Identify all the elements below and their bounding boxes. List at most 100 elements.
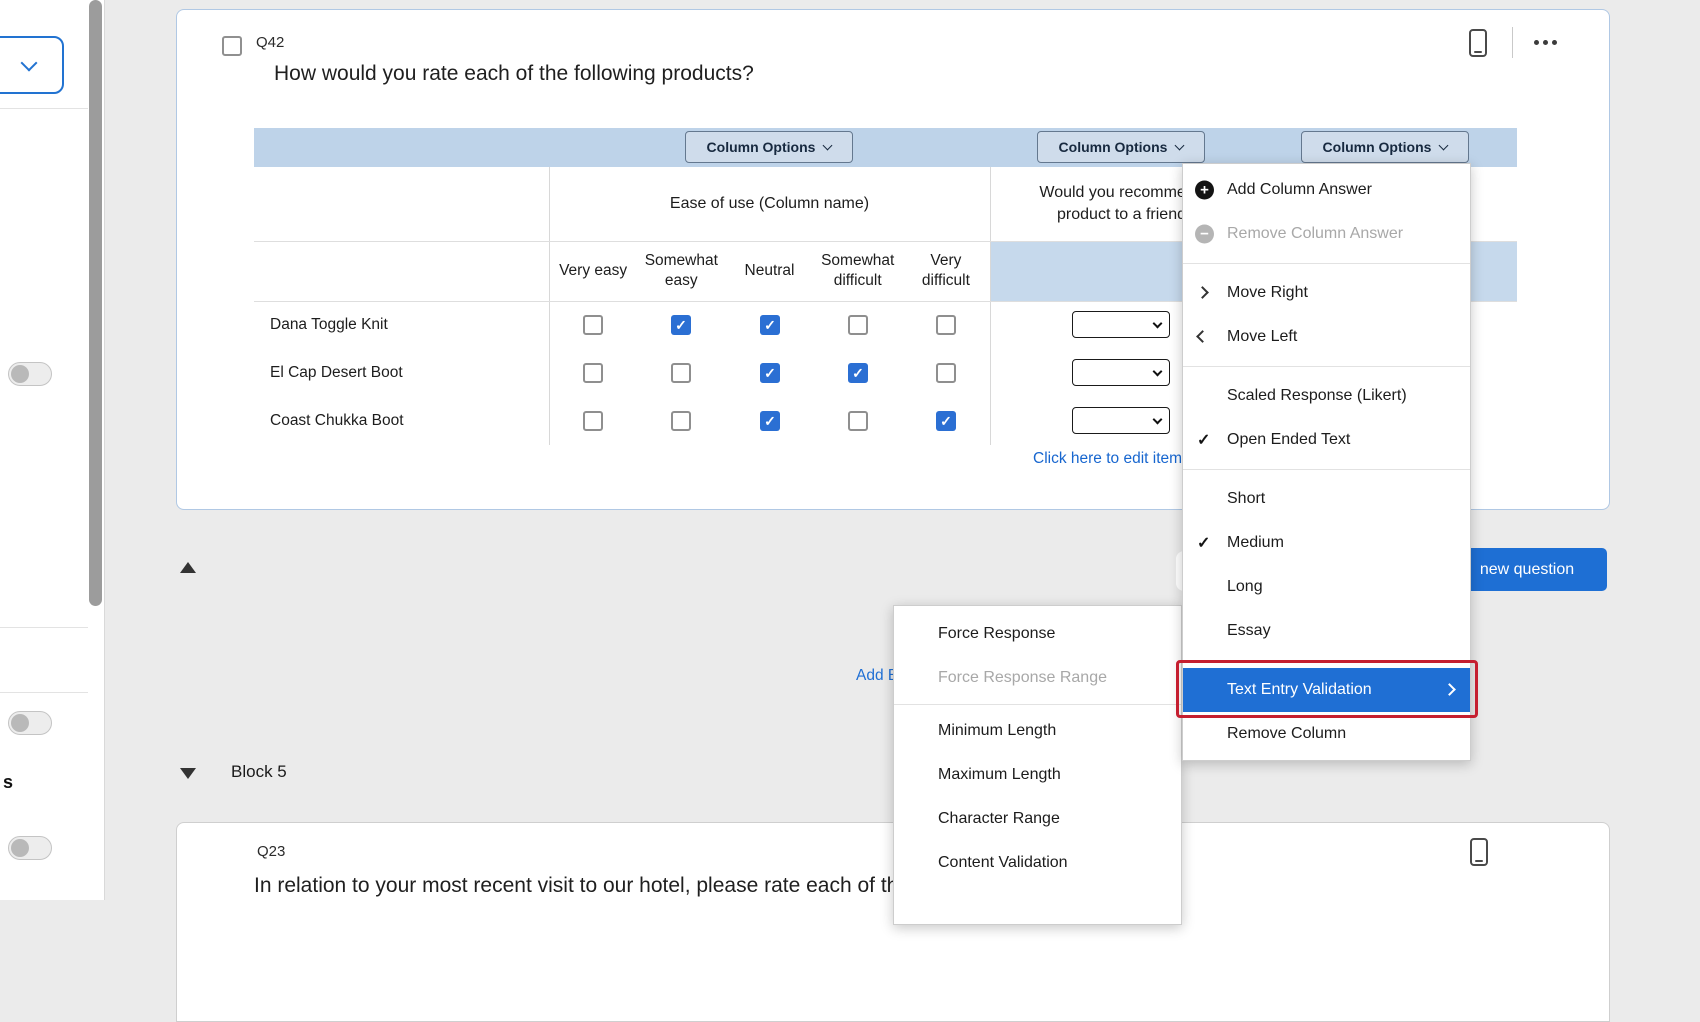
chevron-down-icon — [823, 141, 833, 151]
minus-circle-icon: − — [1195, 225, 1214, 244]
row-label-el-cap-desert-boot[interactable]: El Cap Desert Boot — [270, 349, 540, 397]
submenu-item-minimum-length[interactable]: Minimum Length — [894, 709, 1181, 753]
matrix-checkbox[interactable]: ✓ — [671, 315, 691, 335]
toggle-knob — [11, 714, 29, 732]
matrix-checkbox[interactable] — [848, 411, 868, 431]
matrix-checkbox[interactable]: ✓ — [936, 411, 956, 431]
vertical-scrollbar[interactable] — [89, 0, 102, 606]
menu-item-label: Maximum Length — [938, 766, 1061, 784]
collapse-block-arrow[interactable] — [180, 768, 196, 779]
matrix-checkbox[interactable]: ✓ — [760, 363, 780, 383]
sidebar-divider — [0, 627, 88, 628]
phone-home-bar — [1474, 51, 1482, 53]
scale-label-somewhat-easy: Somewhat easy — [637, 241, 725, 301]
menu-item-essay[interactable]: Essay — [1183, 609, 1470, 653]
menu-item-remove-column-answer: −Remove Column Answer — [1183, 212, 1470, 256]
matrix-checkbox[interactable]: ✓ — [760, 315, 780, 335]
row-label-dana-toggle-knit[interactable]: Dana Toggle Knit — [270, 301, 540, 349]
matrix-checkbox[interactable] — [936, 315, 956, 335]
menu-item-remove-column[interactable]: Remove Column — [1183, 712, 1470, 756]
matrix-checkbox[interactable]: ✓ — [848, 363, 868, 383]
menu-item-add-column-answer[interactable]: +Add Column Answer — [1183, 168, 1470, 212]
menu-item-open-ended-text[interactable]: ✓Open Ended Text — [1183, 418, 1470, 462]
text-entry-validation-submenu: Force Response Force Response Range Minimu… — [893, 605, 1182, 925]
menu-item-label: Open Ended Text — [1227, 431, 1350, 449]
chevron-down-icon — [1153, 367, 1163, 377]
menu-item-label: Long — [1227, 578, 1263, 596]
answer-dropdown[interactable] — [1072, 407, 1170, 434]
menu-item-label: Force Response — [938, 625, 1055, 643]
toggle-knob — [11, 839, 29, 857]
column-options-button-1[interactable]: Column Options — [685, 131, 853, 163]
mobile-preview-icon[interactable] — [1469, 29, 1487, 57]
sidebar-divider — [0, 108, 88, 109]
dot — [1543, 40, 1548, 45]
matrix-checkbox[interactable] — [848, 315, 868, 335]
more-options-icon[interactable] — [1534, 40, 1557, 45]
add-new-question-button[interactable]: new question — [1447, 548, 1607, 591]
submenu-item-force-response[interactable]: Force Response — [894, 612, 1181, 656]
menu-item-scaled-response-likert[interactable]: Scaled Response (Likert) — [1183, 374, 1470, 418]
menu-item-medium[interactable]: ✓Medium — [1183, 521, 1470, 565]
submenu-item-maximum-length[interactable]: Maximum Length — [894, 753, 1181, 797]
edit-items-link[interactable]: Click here to edit items — [1033, 450, 1190, 468]
submenu-item-content-validation[interactable]: Content Validation — [894, 841, 1181, 885]
submenu-item-force-response-range: Force Response Range — [894, 656, 1181, 700]
table-vertical-line — [549, 167, 550, 445]
column-options-menu: +Add Column Answer−Remove Column AnswerM… — [1182, 163, 1471, 761]
table-vertical-line — [990, 167, 991, 445]
scale-label-somewhat-difficult: Somewhat difficult — [814, 241, 902, 301]
answer-dropdown[interactable] — [1072, 359, 1170, 386]
column-group-name-1[interactable]: Ease of use (Column name) — [549, 167, 990, 241]
menu-item-label: Remove Column Answer — [1227, 225, 1403, 243]
menu-divider — [894, 704, 1181, 705]
matrix-checkbox[interactable] — [583, 363, 603, 383]
menu-item-move-left[interactable]: Move Left — [1183, 315, 1470, 359]
toggle-switch-2[interactable] — [8, 711, 52, 735]
question-prompt[interactable]: In relation to your most recent visit to… — [254, 874, 1003, 898]
dot — [1534, 40, 1539, 45]
menu-item-label: Short — [1227, 490, 1265, 508]
menu-item-label: Character Range — [938, 810, 1060, 828]
matrix-checkbox[interactable] — [936, 363, 956, 383]
group-name-text: Would you recommend — [1039, 182, 1203, 204]
matrix-checkbox[interactable]: ✓ — [760, 411, 780, 431]
menu-item-label: Text Entry Validation — [1227, 681, 1372, 699]
mobile-preview-icon[interactable] — [1470, 838, 1488, 866]
collapse-question-arrow[interactable] — [180, 562, 196, 573]
menu-item-long[interactable]: Long — [1183, 565, 1470, 609]
toggle-switch-1[interactable] — [8, 362, 52, 386]
phone-home-bar — [1475, 860, 1483, 862]
group-name-text: Ease of use (Column name) — [670, 193, 869, 215]
matrix-checkbox[interactable] — [671, 363, 691, 383]
matrix-checkbox[interactable] — [671, 411, 691, 431]
menu-divider — [1183, 263, 1470, 264]
scale-labels-row: Very easySomewhat easyNeutralSomewhat di… — [549, 241, 990, 301]
clipped-sidebar-label: s — [3, 772, 13, 793]
question-id: Q42 — [256, 34, 284, 51]
column-options-button-2[interactable]: Column Options — [1037, 131, 1205, 163]
question-prompt[interactable]: How would you rate each of the following… — [274, 62, 754, 86]
dot — [1552, 40, 1557, 45]
column-options-label: Column Options — [1323, 139, 1432, 155]
menu-item-move-right[interactable]: Move Right — [1183, 271, 1470, 315]
menu-item-label: Scaled Response (Likert) — [1227, 387, 1407, 405]
menu-item-short[interactable]: Short — [1183, 477, 1470, 521]
menu-item-text-entry-validation[interactable]: Text Entry Validation — [1183, 668, 1470, 712]
submenu-chevron-icon — [1443, 683, 1456, 696]
submenu-item-character-range[interactable]: Character Range — [894, 797, 1181, 841]
header-divider — [1512, 27, 1513, 58]
chevron-right-icon — [1196, 286, 1209, 299]
matrix-checkbox[interactable] — [583, 411, 603, 431]
question-select-checkbox[interactable] — [222, 36, 242, 56]
matrix-checkbox[interactable] — [583, 315, 603, 335]
toggle-switch-3[interactable] — [8, 836, 52, 860]
column-options-button-3[interactable]: Column Options — [1301, 131, 1469, 163]
column-options-label: Column Options — [707, 139, 816, 155]
row-label-coast-chukka-boot[interactable]: Coast Chukka Boot — [270, 397, 540, 445]
answer-dropdown[interactable] — [1072, 311, 1170, 338]
chevron-down-icon — [1439, 141, 1449, 151]
menu-divider — [1183, 660, 1470, 661]
question-id: Q23 — [257, 843, 285, 860]
menu-divider — [1183, 469, 1470, 470]
